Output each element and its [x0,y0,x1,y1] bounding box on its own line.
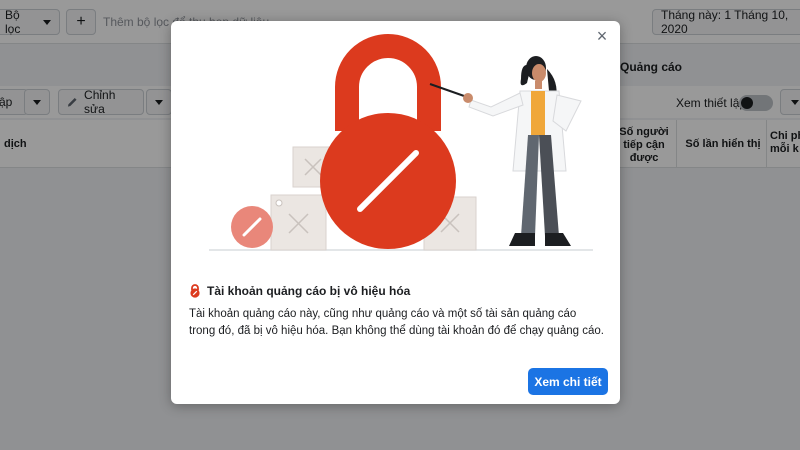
presenter-figure [463,56,582,246]
dialog-message: Tài khoản quảng cáo này, cũng như quảng … [189,308,604,337]
dialog-title: Tài khoản quảng cáo bị vô hiệu hóa [207,284,411,298]
warning-lock-icon [190,284,200,298]
dialog-heading: Tài khoản quảng cáo bị vô hiệu hóa [189,284,410,298]
disabled-account-illustration [209,34,593,251]
account-disabled-dialog: × Tài khoản quảng cáo bị vô hiệu hóa Tài… [171,21,620,404]
view-details-button[interactable]: Xem chi tiết [528,368,608,395]
